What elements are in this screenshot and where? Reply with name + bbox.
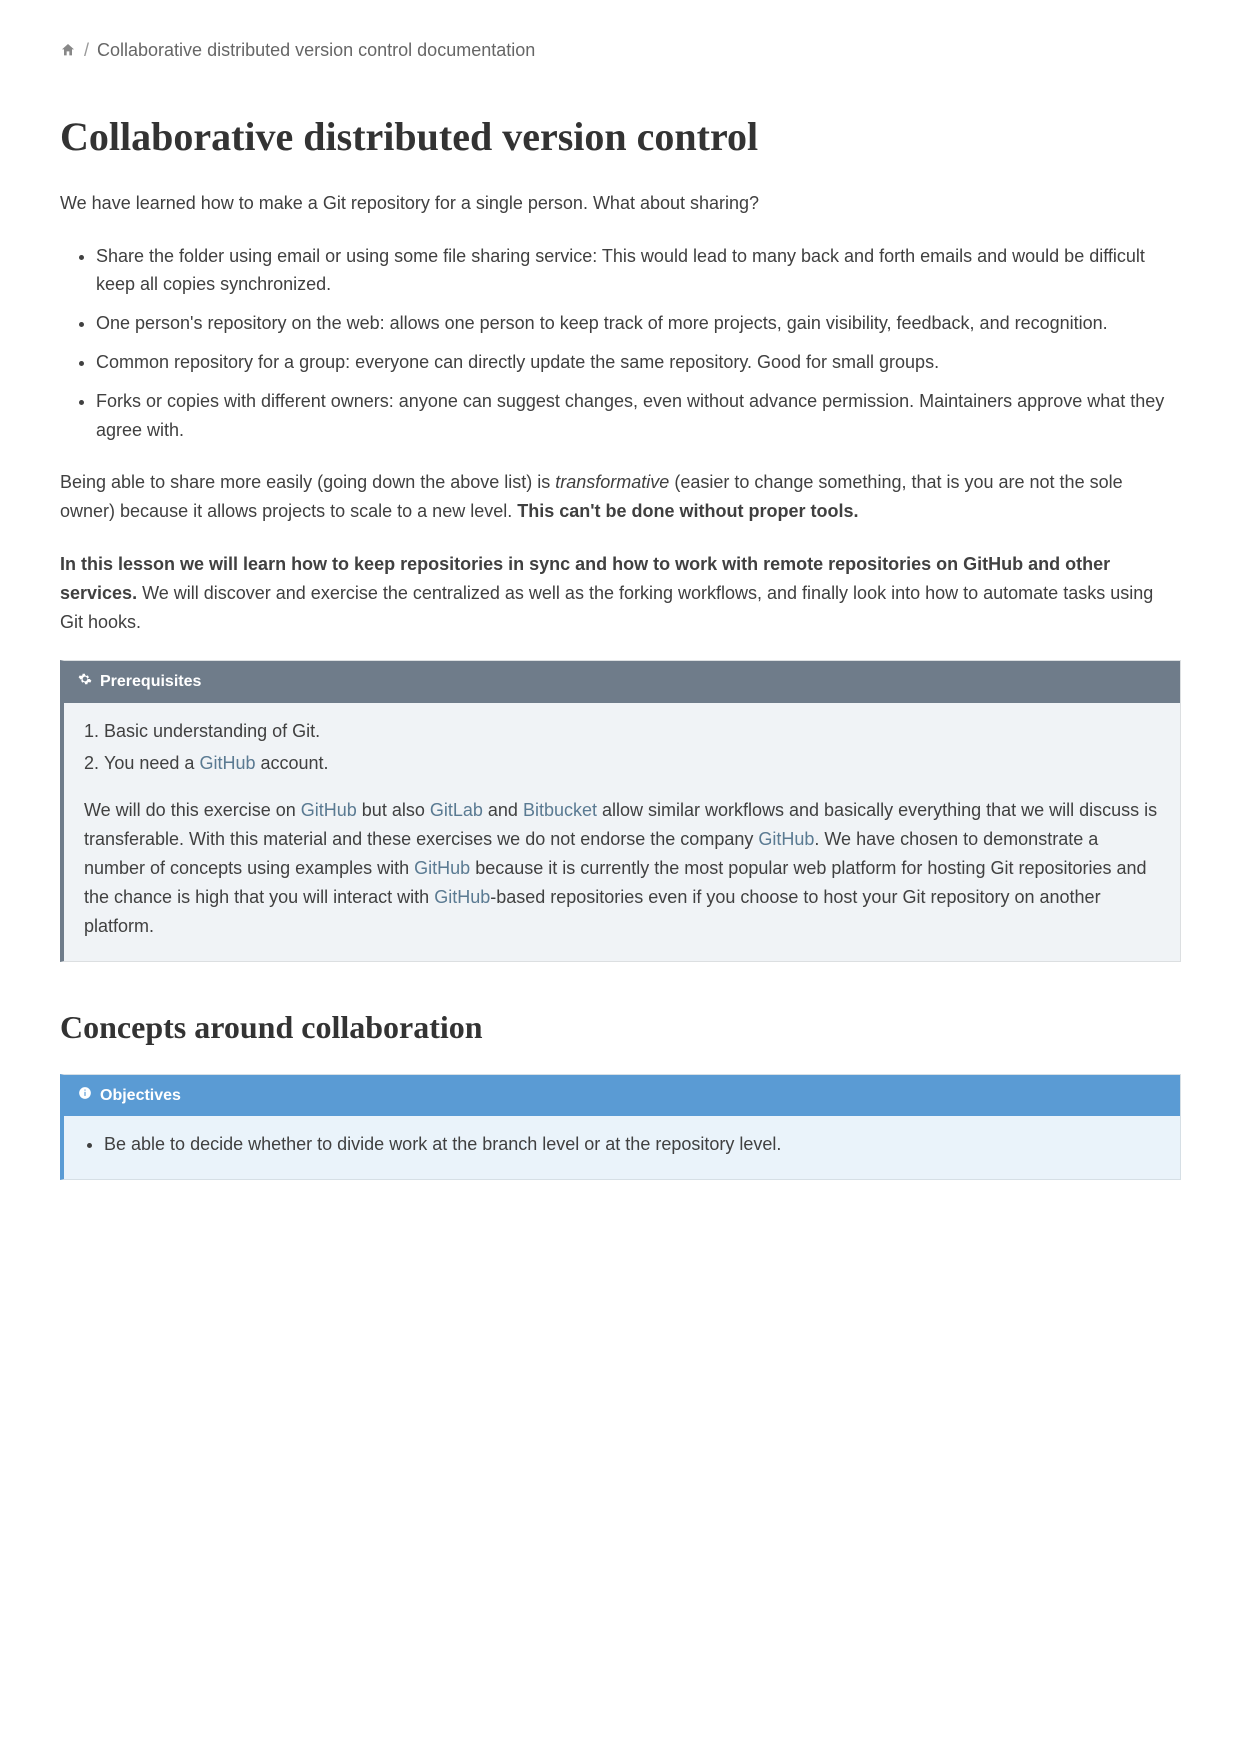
list-item: Be able to decide whether to divide work… [104, 1130, 1160, 1159]
concepts-heading: Concepts around collaboration [60, 1002, 1181, 1053]
prerequisites-admonition: Prerequisites Basic understanding of Git… [60, 660, 1181, 962]
text-fragment: and [483, 800, 523, 820]
home-icon[interactable] [60, 42, 76, 58]
objectives-body: Be able to decide whether to divide work… [64, 1116, 1180, 1179]
breadcrumb-separator: / [84, 36, 89, 65]
lesson-summary-paragraph: In this lesson we will learn how to keep… [60, 550, 1181, 636]
github-link[interactable]: GitHub [758, 829, 814, 849]
emphasis-transformative: transformative [555, 472, 669, 492]
intro-paragraph: We have learned how to make a Git reposi… [60, 189, 1181, 218]
prerequisites-title-bar: Prerequisites [64, 661, 1180, 703]
list-item: Share the folder using email or using so… [96, 242, 1181, 300]
objectives-list: Be able to decide whether to divide work… [104, 1130, 1160, 1159]
gitlab-link[interactable]: GitLab [430, 800, 483, 820]
github-link[interactable]: GitHub [199, 753, 255, 773]
github-link[interactable]: GitHub [301, 800, 357, 820]
list-item: Forks or copies with different owners: a… [96, 387, 1181, 445]
text-fragment: You need a [104, 753, 199, 773]
prerequisites-list: Basic understanding of Git. You need a G… [104, 717, 1160, 778]
objectives-title-bar: Objectives [64, 1075, 1180, 1117]
text-fragment: We will discover and exercise the centra… [60, 583, 1153, 632]
list-item: One person's repository on the web: allo… [96, 309, 1181, 338]
list-item: Basic understanding of Git. [104, 717, 1160, 746]
breadcrumb: / Collaborative distributed version cont… [60, 36, 1181, 65]
text-fragment: Being able to share more easily (going d… [60, 472, 555, 492]
list-item: You need a GitHub account. [104, 749, 1160, 778]
github-link[interactable]: GitHub [414, 858, 470, 878]
text-fragment: account. [255, 753, 328, 773]
objectives-title: Objectives [100, 1083, 181, 1109]
sharing-options-list: Share the folder using email or using so… [96, 242, 1181, 445]
prerequisites-note: We will do this exercise on GitHub but a… [84, 796, 1160, 942]
text-fragment: We will do this exercise on [84, 800, 301, 820]
page-title: Collaborative distributed version contro… [60, 113, 1181, 161]
transformative-paragraph: Being able to share more easily (going d… [60, 468, 1181, 526]
list-item: Common repository for a group: everyone … [96, 348, 1181, 377]
text-fragment: but also [357, 800, 430, 820]
gear-icon [78, 669, 92, 695]
prerequisites-title: Prerequisites [100, 669, 201, 695]
strong-tools: This can't be done without proper tools. [517, 501, 858, 521]
info-icon [78, 1083, 92, 1109]
breadcrumb-current: Collaborative distributed version contro… [97, 36, 535, 65]
prerequisites-body: Basic understanding of Git. You need a G… [64, 703, 1180, 961]
github-link[interactable]: GitHub [434, 887, 490, 907]
objectives-admonition: Objectives Be able to decide whether to … [60, 1074, 1181, 1180]
bitbucket-link[interactable]: Bitbucket [523, 800, 597, 820]
